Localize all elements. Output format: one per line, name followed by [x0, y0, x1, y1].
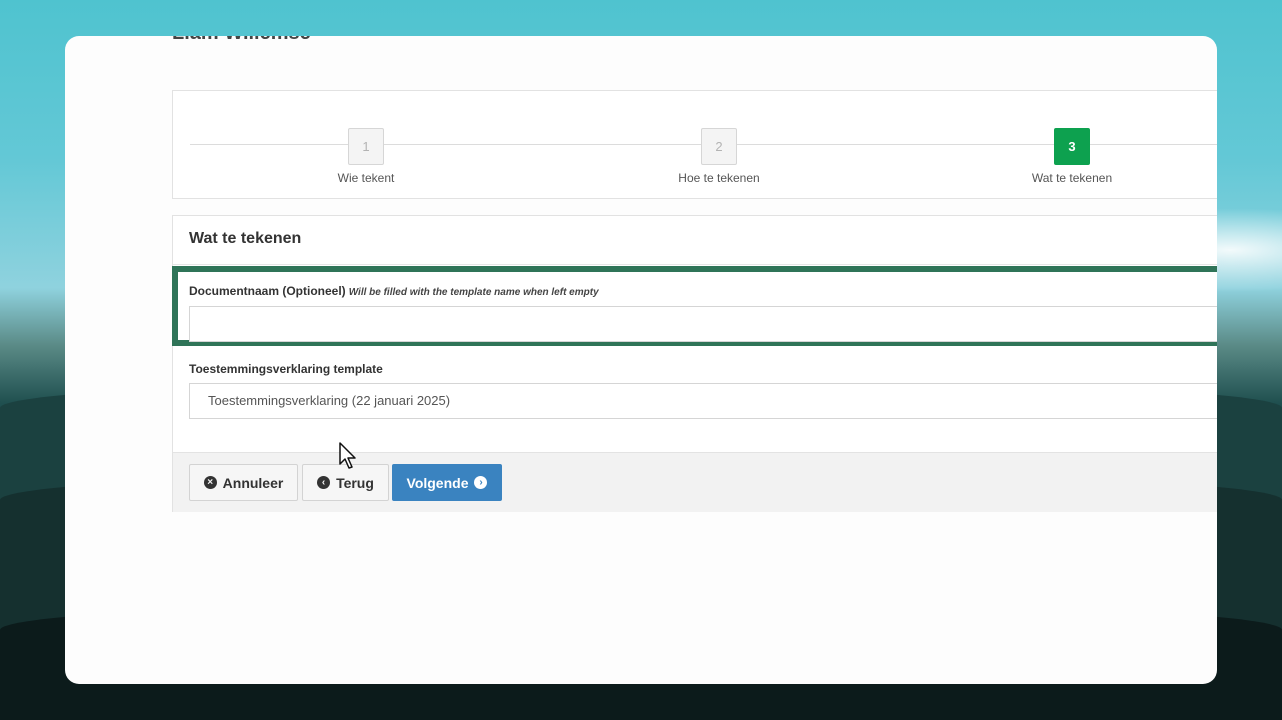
panel-footer: × Annuleer ‹ Terug Volgende ›: [173, 452, 1217, 512]
cancel-button-label: Annuleer: [222, 474, 284, 491]
stepper: 1 Wie tekent 2 Hoe te tekenen 3 Wat te t…: [172, 90, 1217, 199]
document-name-input[interactable]: [189, 306, 1217, 342]
template-label: Toestemmingsverklaring template: [189, 362, 383, 376]
template-select[interactable]: Toestemmingsverklaring (22 januari 2025): [189, 383, 1217, 419]
step-wie-tekent[interactable]: 1 Wie tekent: [286, 128, 446, 185]
page-title: Liam Willemse: [172, 36, 311, 45]
step-label: Wat te tekenen: [1031, 171, 1113, 185]
back-button-label: Terug: [336, 474, 374, 491]
document-name-label: Documentnaam (Optioneel) Will be filled w…: [189, 284, 599, 298]
panel-title: Wat te tekenen: [189, 230, 302, 247]
panel-divider: [173, 264, 1217, 265]
next-button[interactable]: Volgende ›: [392, 464, 502, 501]
next-button-label: Volgende: [406, 474, 469, 491]
arrow-right-circle-icon: ›: [474, 476, 488, 489]
wat-te-tekenen-panel: Wat te tekenen Documentnaam (Optioneel) W…: [172, 215, 1217, 512]
times-circle-icon: ×: [203, 476, 217, 489]
mouse-pointer-icon: [339, 442, 356, 469]
arrow-left-circle-icon: ‹: [317, 476, 331, 489]
document-name-hint: Will be filled with the template name wh…: [348, 287, 599, 298]
modal-window: Liam Willemse 1 Wie tekent 2 Hoe te teke…: [65, 36, 1217, 684]
document-name-label-text: Documentnaam (Optioneel): [189, 284, 346, 298]
step-label: Hoe te tekenen: [678, 171, 760, 185]
step-number: 1: [348, 128, 384, 165]
step-hoe-te-tekenen[interactable]: 2 Hoe te tekenen: [639, 128, 799, 185]
step-wat-te-tekenen[interactable]: 3 Wat te tekenen: [992, 128, 1152, 185]
cancel-button[interactable]: × Annuleer: [189, 464, 298, 501]
step-number: 2: [701, 128, 737, 165]
step-number-active: 3: [1054, 128, 1090, 165]
step-label: Wie tekent: [337, 171, 395, 185]
